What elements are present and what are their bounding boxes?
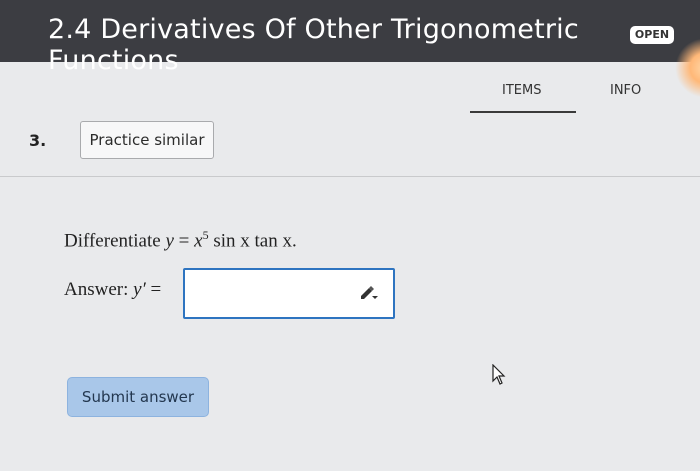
answer-equals: =	[145, 279, 162, 300]
active-tab-indicator	[470, 111, 576, 113]
problem-statement: Differentiate y = x5 sin x tan x.	[64, 228, 297, 252]
pencil-dropdown-icon[interactable]	[359, 284, 379, 302]
practice-similar-button[interactable]: Practice similar	[80, 121, 214, 159]
mouse-pointer-icon	[492, 364, 506, 385]
tab-bar: ITEMS INFO	[470, 83, 700, 123]
submit-answer-button[interactable]: Submit answer	[67, 377, 209, 417]
question-number: 3.	[29, 131, 47, 150]
open-badge[interactable]: OPEN	[630, 26, 674, 44]
equation-equals: =	[173, 230, 195, 252]
answer-variable: y′	[133, 279, 146, 300]
section-divider	[0, 176, 700, 177]
equation-rest: sin x tan x.	[208, 230, 297, 252]
equation-base: x	[194, 230, 203, 252]
tab-items[interactable]: ITEMS	[502, 83, 541, 98]
tab-info[interactable]: INFO	[610, 83, 641, 98]
page-title: 2.4 Derivatives Of Other Trigonometric F…	[48, 14, 579, 76]
answer-label: Answer: y′ =	[64, 279, 161, 301]
answer-input[interactable]	[183, 268, 395, 319]
answer-prefix: Answer:	[64, 279, 134, 300]
problem-prefix: Differentiate	[64, 230, 166, 252]
page-header: 2.4 Derivatives Of Other Trigonometric F…	[0, 0, 700, 76]
equation-lhs: y	[165, 230, 174, 252]
